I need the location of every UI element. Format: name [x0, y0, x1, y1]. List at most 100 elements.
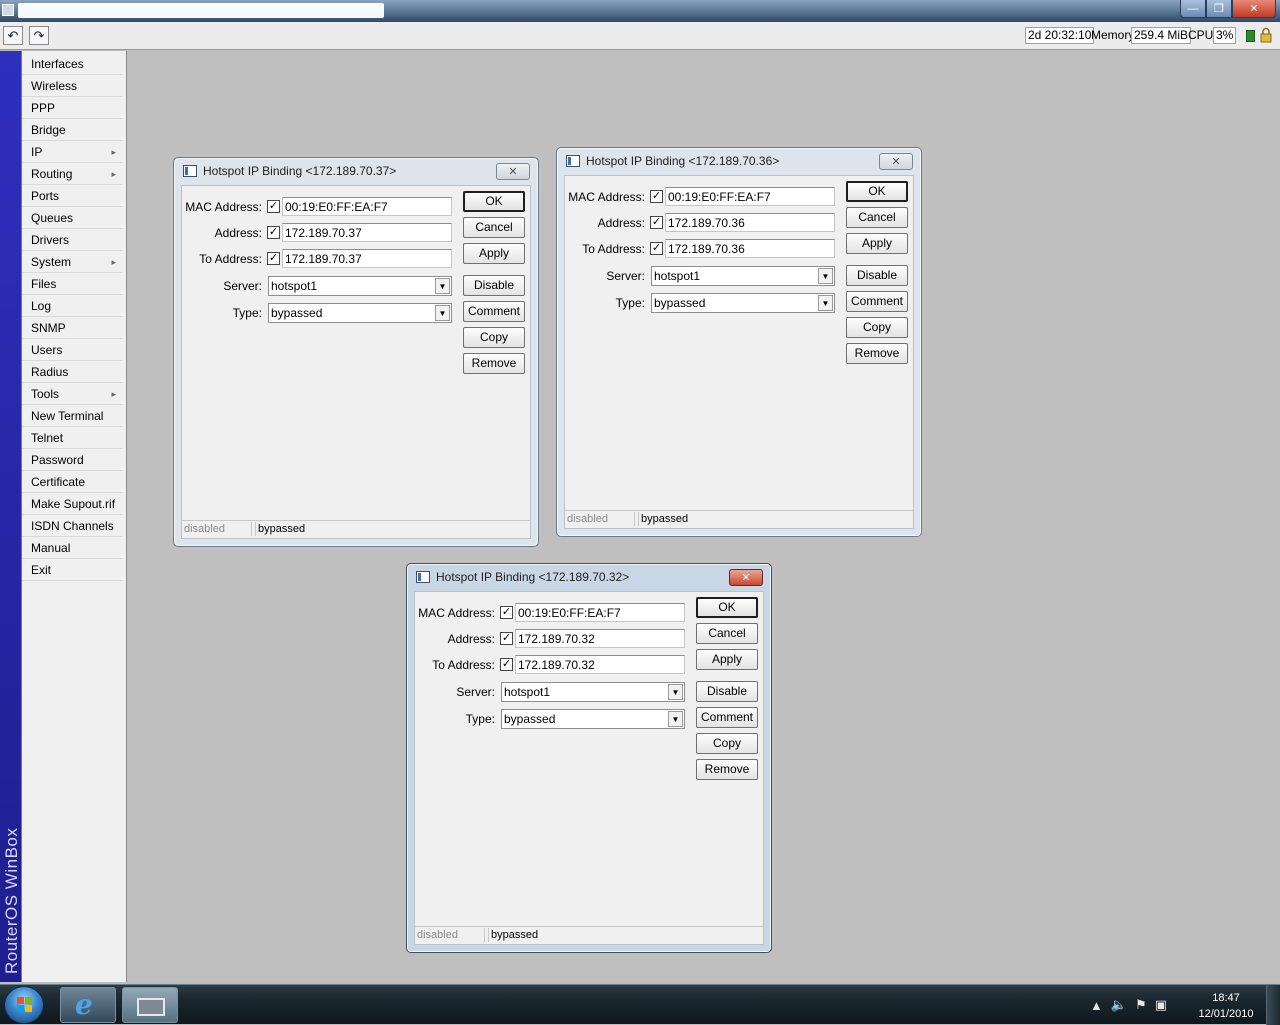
dialog-titlebar[interactable]: Hotspot IP Binding <172.189.70.32> ✕: [407, 564, 771, 590]
action-center-flag-icon[interactable]: ⚑: [1135, 997, 1147, 1013]
menu-item-label: Make Supout.rif: [31, 497, 116, 511]
address-field[interactable]: [515, 629, 685, 648]
type-select[interactable]: bypassed ▼: [268, 303, 452, 323]
menu-item-ppp[interactable]: PPP: [22, 97, 123, 119]
menu-item-log[interactable]: Log: [22, 295, 123, 317]
show-hidden-icons-icon[interactable]: ▲: [1090, 998, 1103, 1013]
network-icon[interactable]: ▣: [1155, 997, 1167, 1013]
copy-button[interactable]: Copy: [696, 733, 758, 754]
to-address-checkbox[interactable]: ✓: [267, 252, 280, 265]
menu-item-queues[interactable]: Queues: [22, 207, 123, 229]
menu-item-label: Drivers: [31, 233, 69, 247]
server-select[interactable]: hotspot1 ▼: [501, 682, 685, 702]
chevron-down-icon[interactable]: ▼: [668, 684, 683, 700]
minimize-button[interactable]: —: [1180, 0, 1206, 18]
menu-item-telnet[interactable]: Telnet: [22, 427, 123, 449]
server-select[interactable]: hotspot1 ▼: [268, 276, 452, 296]
mac-address-field[interactable]: [515, 603, 685, 622]
menu-item-system[interactable]: System ▸: [22, 251, 123, 273]
dialog-close-icon[interactable]: ✕: [879, 153, 913, 170]
taskbar-clock[interactable]: 18:47 12/01/2010: [1188, 990, 1264, 1022]
ok-button[interactable]: OK: [696, 597, 758, 618]
type-select[interactable]: bypassed ▼: [501, 709, 685, 729]
to-address-checkbox[interactable]: ✓: [500, 658, 513, 671]
menu-item-manual[interactable]: Manual: [22, 537, 123, 559]
address-row: Address: ✓: [182, 223, 452, 243]
disable-button[interactable]: Disable: [463, 275, 525, 296]
chevron-down-icon[interactable]: ▼: [818, 295, 833, 311]
remove-button[interactable]: Remove: [463, 353, 525, 374]
menu-item-password[interactable]: Password: [22, 449, 123, 471]
menu-item-wireless[interactable]: Wireless: [22, 75, 123, 97]
to-address-checkbox[interactable]: ✓: [650, 242, 663, 255]
dialog-titlebar[interactable]: Hotspot IP Binding <172.189.70.37> ✕: [174, 158, 538, 184]
comment-button[interactable]: Comment: [846, 291, 908, 312]
chevron-down-icon[interactable]: ▼: [668, 711, 683, 727]
menu-item-exit[interactable]: Exit: [22, 559, 123, 581]
winbox-taskbar-button[interactable]: [122, 987, 178, 1023]
chevron-down-icon[interactable]: ▼: [818, 268, 833, 284]
server-select[interactable]: hotspot1 ▼: [651, 266, 835, 286]
apply-button[interactable]: Apply: [463, 243, 525, 264]
volume-icon[interactable]: 🔈: [1111, 997, 1127, 1013]
comment-button[interactable]: Comment: [463, 301, 525, 322]
comment-button[interactable]: Comment: [696, 707, 758, 728]
close-button[interactable]: ✕: [1232, 0, 1276, 18]
menu-item-ports[interactable]: Ports: [22, 185, 123, 207]
mac-address-field[interactable]: [282, 197, 452, 216]
address-field[interactable]: [665, 213, 835, 232]
address-checkbox[interactable]: ✓: [267, 226, 280, 239]
menu-item-make-supout-rif[interactable]: Make Supout.rif: [22, 493, 123, 515]
menu-item-bridge[interactable]: Bridge: [22, 119, 123, 141]
dialog-close-icon[interactable]: ✕: [729, 569, 763, 586]
address-field[interactable]: [282, 223, 452, 242]
mac-address-field[interactable]: [665, 187, 835, 206]
cancel-button[interactable]: Cancel: [463, 217, 525, 238]
menu-item-label: PPP: [31, 101, 56, 115]
copy-button[interactable]: Copy: [846, 317, 908, 338]
remove-button[interactable]: Remove: [696, 759, 758, 780]
menu-item-ip[interactable]: IP ▸: [22, 141, 123, 163]
menu-item-tools[interactable]: Tools ▸: [22, 383, 123, 405]
internet-explorer-taskbar-button[interactable]: e: [60, 987, 116, 1023]
status-disabled: disabled: [182, 522, 252, 536]
copy-button[interactable]: Copy: [463, 327, 525, 348]
chevron-down-icon[interactable]: ▼: [435, 305, 450, 321]
menu-item-interfaces[interactable]: Interfaces: [22, 53, 123, 75]
menu-item-isdn-channels[interactable]: ISDN Channels: [22, 515, 123, 537]
to-address-field[interactable]: [665, 239, 835, 258]
menu-item-users[interactable]: Users: [22, 339, 123, 361]
to-address-field[interactable]: [282, 249, 452, 268]
to-address-field[interactable]: [515, 655, 685, 674]
dialog-titlebar[interactable]: Hotspot IP Binding <172.189.70.36> ✕: [557, 148, 921, 174]
dialog-close-icon[interactable]: ✕: [496, 163, 530, 180]
apply-button[interactable]: Apply: [696, 649, 758, 670]
apply-button[interactable]: Apply: [846, 233, 908, 254]
menu-item-new-terminal[interactable]: New Terminal: [22, 405, 123, 427]
maximize-button[interactable]: ❐: [1206, 0, 1232, 18]
menu-item-certificate[interactable]: Certificate: [22, 471, 123, 493]
address-checkbox[interactable]: ✓: [650, 216, 663, 229]
ok-button[interactable]: OK: [463, 191, 525, 212]
disable-button[interactable]: Disable: [846, 265, 908, 286]
menu-item-snmp[interactable]: SNMP: [22, 317, 123, 339]
cancel-button[interactable]: Cancel: [696, 623, 758, 644]
remove-button[interactable]: Remove: [846, 343, 908, 364]
mac-address-checkbox[interactable]: ✓: [267, 200, 280, 213]
mac-address-checkbox[interactable]: ✓: [650, 190, 663, 203]
address-checkbox[interactable]: ✓: [500, 632, 513, 645]
undo-icon[interactable]: ↶: [3, 26, 23, 45]
disable-button[interactable]: Disable: [696, 681, 758, 702]
ok-button[interactable]: OK: [846, 181, 908, 202]
cancel-button[interactable]: Cancel: [846, 207, 908, 228]
menu-item-routing[interactable]: Routing ▸: [22, 163, 123, 185]
redo-icon[interactable]: ↷: [29, 26, 49, 45]
chevron-down-icon[interactable]: ▼: [435, 278, 450, 294]
type-select[interactable]: bypassed ▼: [651, 293, 835, 313]
mac-address-checkbox[interactable]: ✓: [500, 606, 513, 619]
show-desktop-button[interactable]: [1266, 985, 1280, 1025]
windows-start-icon[interactable]: [4, 986, 44, 1024]
menu-item-drivers[interactable]: Drivers: [22, 229, 123, 251]
menu-item-radius[interactable]: Radius: [22, 361, 123, 383]
menu-item-files[interactable]: Files: [22, 273, 123, 295]
